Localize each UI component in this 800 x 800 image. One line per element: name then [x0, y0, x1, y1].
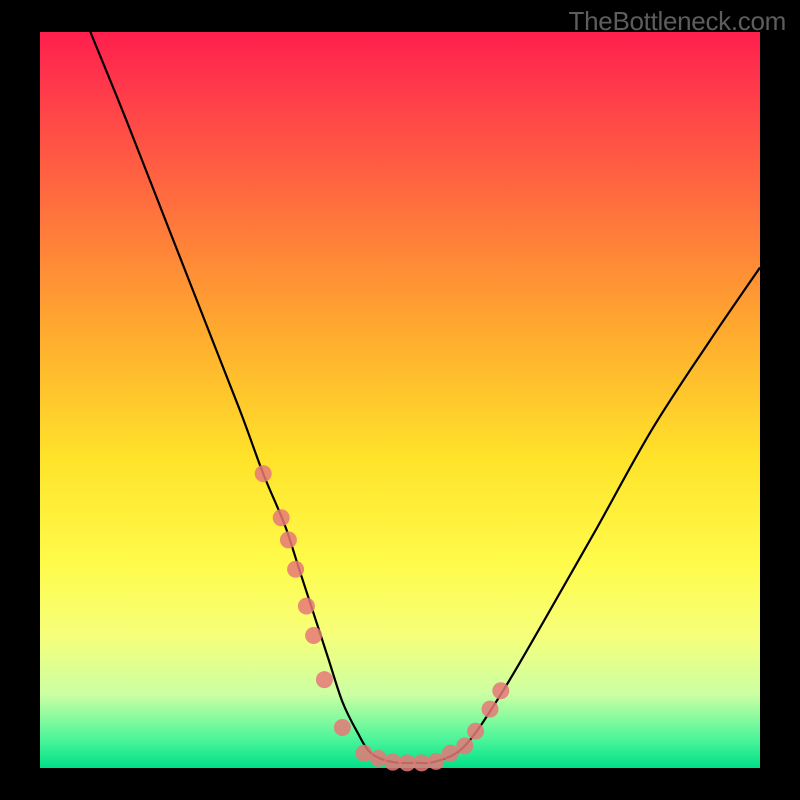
data-marker	[305, 627, 322, 644]
data-marker	[280, 531, 297, 548]
plot-area	[40, 32, 760, 768]
data-marker	[413, 754, 430, 771]
data-marker	[442, 745, 459, 762]
data-marker	[255, 465, 272, 482]
chart-frame: TheBottleneck.com	[0, 0, 800, 800]
data-marker	[370, 750, 387, 767]
data-marker	[273, 509, 290, 526]
data-marker	[482, 701, 499, 718]
curve-line	[90, 32, 760, 763]
data-marker	[298, 598, 315, 615]
data-marker	[287, 561, 304, 578]
bottleneck-curve	[40, 32, 760, 768]
data-marker	[456, 737, 473, 754]
data-marker	[492, 682, 509, 699]
marker-group	[255, 465, 510, 771]
data-marker	[316, 671, 333, 688]
data-marker	[467, 723, 484, 740]
data-marker	[334, 719, 351, 736]
data-marker	[428, 753, 445, 770]
